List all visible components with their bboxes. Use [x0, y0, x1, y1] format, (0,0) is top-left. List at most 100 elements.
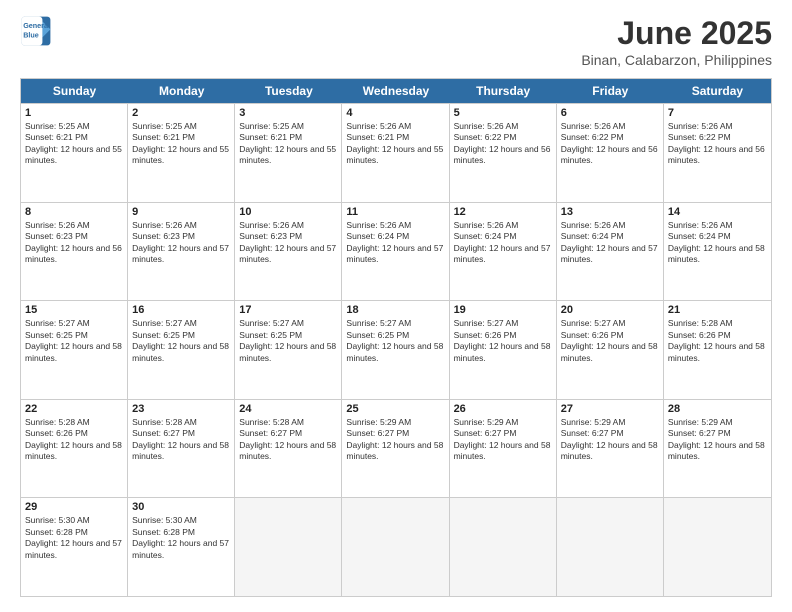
cell-date: 15 — [25, 304, 123, 316]
calendar-cell: 23 Sunrise: 5:28 AMSunset: 6:27 PMDayligh… — [128, 400, 235, 498]
calendar-cell: 30 Sunrise: 5:30 AMSunset: 6:28 PMDayligh… — [128, 498, 235, 596]
calendar-cell: 9Sunrise: 5:26 AMSunset: 6:23 PMDaylight… — [128, 203, 235, 301]
logo-icon: General Blue — [20, 15, 52, 47]
calendar-cell: 26 Sunrise: 5:29 AMSunset: 6:27 PMDayligh… — [450, 400, 557, 498]
calendar-cell — [235, 498, 342, 596]
day-name-friday: Friday — [557, 79, 664, 103]
calendar-cell: 20 Sunrise: 5:27 AMSunset: 6:26 PMDayligh… — [557, 301, 664, 399]
day-name-monday: Monday — [128, 79, 235, 103]
calendar-cell: 22 Sunrise: 5:28 AMSunset: 6:26 PMDayligh… — [21, 400, 128, 498]
cell-date: 24 — [239, 403, 337, 415]
calendar-body: 1 Sunrise: 5:25 AMSunset: 6:21 PMDaylight… — [21, 103, 771, 596]
cell-date: 21 — [668, 304, 767, 316]
calendar: SundayMondayTuesdayWednesdayThursdayFrid… — [20, 78, 772, 597]
calendar-cell — [557, 498, 664, 596]
calendar-cell: 13 Sunrise: 5:26 AMSunset: 6:24 PMDayligh… — [557, 203, 664, 301]
cell-date: 30 — [132, 501, 230, 513]
cell-date: 25 — [346, 403, 444, 415]
calendar-cell: 21 Sunrise: 5:28 AMSunset: 6:26 PMDayligh… — [664, 301, 771, 399]
calendar-cell: 24 Sunrise: 5:28 AMSunset: 6:27 PMDayligh… — [235, 400, 342, 498]
cell-info: Sunrise: 5:27 AMSunset: 6:25 PMDaylight:… — [132, 318, 230, 364]
calendar-cell: 3 Sunrise: 5:25 AMSunset: 6:21 PMDaylight… — [235, 104, 342, 202]
calendar-cell — [450, 498, 557, 596]
cell-date: 10 — [239, 206, 337, 218]
cell-date: 18 — [346, 304, 444, 316]
calendar-cell: 6 Sunrise: 5:26 AMSunset: 6:22 PMDaylight… — [557, 104, 664, 202]
month-title: June 2025 — [581, 15, 772, 52]
cell-info: Sunrise: 5:26 AMSunset: 6:24 PMDaylight:… — [668, 220, 767, 266]
cell-info: Sunrise: 5:28 AMSunset: 6:27 PMDaylight:… — [132, 417, 230, 463]
cell-info: Sunrise: 5:26 AMSunset: 6:23 PMDaylight:… — [239, 220, 337, 266]
calendar-row-0: 1 Sunrise: 5:25 AMSunset: 6:21 PMDaylight… — [21, 103, 771, 202]
cell-info: Sunrise: 5:26 AMSunset: 6:22 PMDaylight:… — [561, 121, 659, 167]
calendar-cell: 11 Sunrise: 5:26 AMSunset: 6:24 PMDayligh… — [342, 203, 449, 301]
calendar-cell: 8Sunrise: 5:26 AMSunset: 6:23 PMDaylight… — [21, 203, 128, 301]
cell-info: Sunrise: 5:27 AMSunset: 6:25 PMDaylight:… — [239, 318, 337, 364]
header: General Blue June 2025 Binan, Calabarzon… — [20, 15, 772, 68]
day-name-sunday: Sunday — [21, 79, 128, 103]
calendar-cell: 17 Sunrise: 5:27 AMSunset: 6:25 PMDayligh… — [235, 301, 342, 399]
cell-info: Sunrise: 5:25 AMSunset: 6:21 PMDaylight:… — [239, 121, 337, 167]
cell-info: Sunrise: 5:26 AMSunset: 6:22 PMDaylight:… — [454, 121, 552, 167]
day-name-saturday: Saturday — [664, 79, 771, 103]
calendar-cell: 27 Sunrise: 5:29 AMSunset: 6:27 PMDayligh… — [557, 400, 664, 498]
calendar-cell — [664, 498, 771, 596]
cell-info: Sunrise: 5:27 AMSunset: 6:26 PMDaylight:… — [561, 318, 659, 364]
svg-text:Blue: Blue — [23, 30, 39, 39]
cell-info: Sunrise: 5:25 AMSunset: 6:21 PMDaylight:… — [25, 121, 123, 167]
cell-info: Sunrise: 5:26 AMSunset: 6:24 PMDaylight:… — [454, 220, 552, 266]
cell-date: 27 — [561, 403, 659, 415]
cell-info: Sunrise: 5:25 AMSunset: 6:21 PMDaylight:… — [132, 121, 230, 167]
calendar-cell: 10 Sunrise: 5:26 AMSunset: 6:23 PMDayligh… — [235, 203, 342, 301]
calendar-cell: 5Sunrise: 5:26 AMSunset: 6:22 PMDaylight… — [450, 104, 557, 202]
calendar-cell: 15Sunrise: 5:27 AMSunset: 6:25 PMDayligh… — [21, 301, 128, 399]
calendar-cell: 4Sunrise: 5:26 AMSunset: 6:21 PMDaylight… — [342, 104, 449, 202]
cell-info: Sunrise: 5:28 AMSunset: 6:26 PMDaylight:… — [25, 417, 123, 463]
cell-date: 17 — [239, 304, 337, 316]
cell-info: Sunrise: 5:26 AMSunset: 6:24 PMDaylight:… — [346, 220, 444, 266]
calendar-row-2: 15 Sunrise: 5:27 AMSunset: 6:25 PMDayligh… — [21, 300, 771, 399]
calendar-row-3: 22 Sunrise: 5:28 AMSunset: 6:26 PMDayligh… — [21, 399, 771, 498]
cell-date: 11 — [346, 206, 444, 218]
cell-info: Sunrise: 5:29 AMSunset: 6:27 PMDaylight:… — [561, 417, 659, 463]
cell-info: Sunrise: 5:30 AMSunset: 6:28 PMDaylight:… — [25, 515, 123, 561]
cell-info: Sunrise: 5:26 AMSunset: 6:22 PMDaylight:… — [668, 121, 767, 167]
cell-date: 14 — [668, 206, 767, 218]
calendar-cell: 16Sunrise: 5:27 AMSunset: 6:25 PMDayligh… — [128, 301, 235, 399]
calendar-cell: 29Sunrise: 5:30 AMSunset: 6:28 PMDayligh… — [21, 498, 128, 596]
calendar-cell: 1 Sunrise: 5:25 AMSunset: 6:21 PMDaylight… — [21, 104, 128, 202]
calendar-cell — [342, 498, 449, 596]
page: General Blue June 2025 Binan, Calabarzon… — [0, 0, 792, 612]
cell-info: Sunrise: 5:26 AMSunset: 6:24 PMDaylight:… — [561, 220, 659, 266]
cell-info: Sunrise: 5:29 AMSunset: 6:27 PMDaylight:… — [346, 417, 444, 463]
cell-info: Sunrise: 5:30 AMSunset: 6:28 PMDaylight:… — [132, 515, 230, 561]
cell-date: 13 — [561, 206, 659, 218]
cell-date: 7 — [668, 107, 767, 119]
cell-info: Sunrise: 5:29 AMSunset: 6:27 PMDaylight:… — [454, 417, 552, 463]
calendar-cell: 2Sunrise: 5:25 AMSunset: 6:21 PMDaylight… — [128, 104, 235, 202]
cell-info: Sunrise: 5:27 AMSunset: 6:25 PMDaylight:… — [346, 318, 444, 364]
calendar-header: SundayMondayTuesdayWednesdayThursdayFrid… — [21, 79, 771, 103]
cell-date: 26 — [454, 403, 552, 415]
cell-info: Sunrise: 5:26 AMSunset: 6:23 PMDaylight:… — [25, 220, 123, 266]
cell-date: 12 — [454, 206, 552, 218]
svg-text:General: General — [23, 21, 50, 30]
day-name-tuesday: Tuesday — [235, 79, 342, 103]
calendar-cell: 7 Sunrise: 5:26 AMSunset: 6:22 PMDaylight… — [664, 104, 771, 202]
location-title: Binan, Calabarzon, Philippines — [581, 52, 772, 68]
title-block: June 2025 Binan, Calabarzon, Philippines — [581, 15, 772, 68]
cell-date: 3 — [239, 107, 337, 119]
calendar-row-4: 29Sunrise: 5:30 AMSunset: 6:28 PMDayligh… — [21, 497, 771, 596]
cell-date: 22 — [25, 403, 123, 415]
cell-date: 6 — [561, 107, 659, 119]
calendar-cell: 25 Sunrise: 5:29 AMSunset: 6:27 PMDayligh… — [342, 400, 449, 498]
cell-info: Sunrise: 5:28 AMSunset: 6:27 PMDaylight:… — [239, 417, 337, 463]
cell-info: Sunrise: 5:27 AMSunset: 6:26 PMDaylight:… — [454, 318, 552, 364]
cell-info: Sunrise: 5:26 AMSunset: 6:23 PMDaylight:… — [132, 220, 230, 266]
cell-date: 1 — [25, 107, 123, 119]
cell-info: Sunrise: 5:26 AMSunset: 6:21 PMDaylight:… — [346, 121, 444, 167]
cell-date: 20 — [561, 304, 659, 316]
cell-date: 23 — [132, 403, 230, 415]
cell-date: 28 — [668, 403, 767, 415]
cell-info: Sunrise: 5:28 AMSunset: 6:26 PMDaylight:… — [668, 318, 767, 364]
